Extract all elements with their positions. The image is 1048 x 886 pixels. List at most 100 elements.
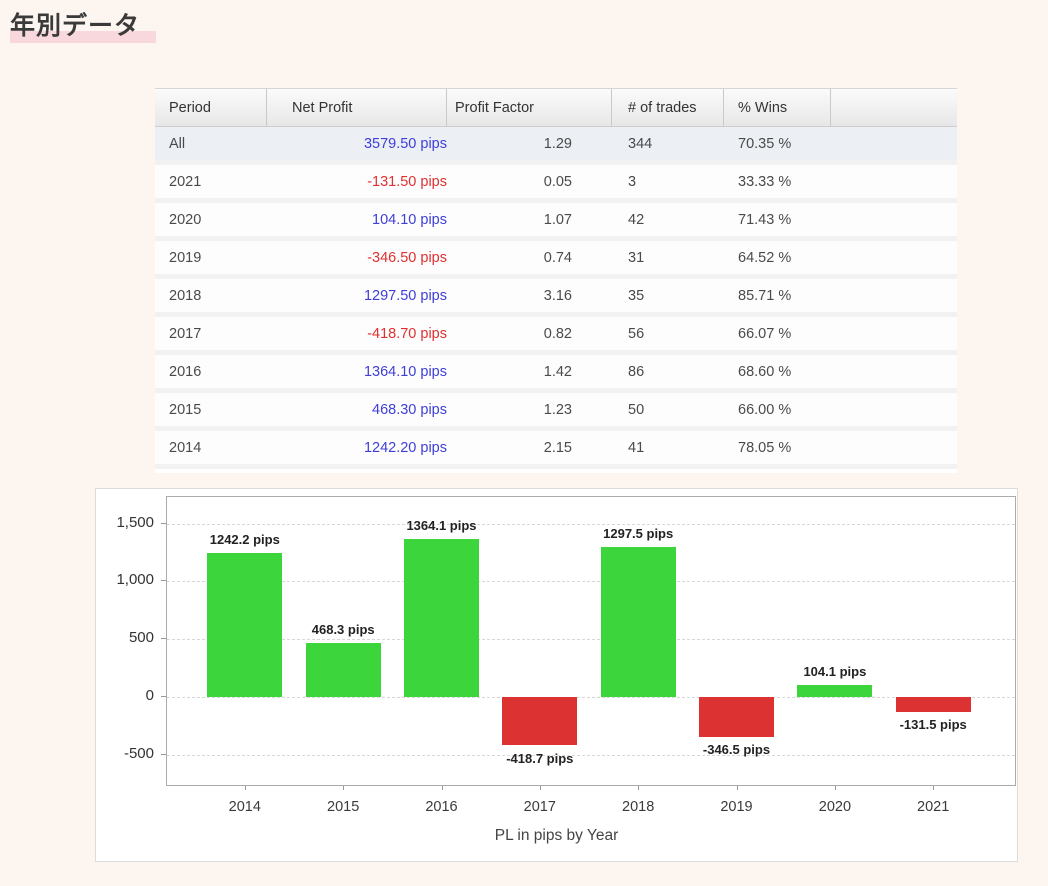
cell-period: 2020 bbox=[169, 211, 202, 228]
cell-profit-factor: 1.42 bbox=[543, 363, 572, 380]
x-axis-tick-label: 2019 bbox=[720, 799, 753, 815]
gridline bbox=[167, 639, 1015, 641]
cell-num-trades: 41 bbox=[628, 439, 645, 456]
page-title: 年別データ bbox=[10, 6, 157, 43]
x-axis-tick-mark bbox=[441, 786, 443, 790]
bar-value-label: -418.7 pips bbox=[506, 750, 574, 766]
cell-num-trades: 344 bbox=[628, 135, 653, 152]
cell-period: 2014 bbox=[169, 439, 202, 456]
x-axis-tick-label: 2014 bbox=[228, 799, 261, 815]
bar-2020 bbox=[797, 685, 873, 698]
page-title-text: 年別データ bbox=[10, 12, 157, 43]
x-axis-tick-label: 2016 bbox=[425, 799, 458, 815]
x-axis-tick-mark bbox=[834, 786, 836, 790]
cell-profit-factor: 0.82 bbox=[543, 325, 572, 342]
table-row: 2020 104.10 pips 1.07 42 71.43 % bbox=[155, 203, 957, 241]
pl-by-year-chart: 1242.2 pips 468.3 pips 1364.1 pips -418.7 p… bbox=[95, 488, 1018, 862]
cell-net-profit: 104.10 pips bbox=[372, 211, 447, 228]
x-axis-tick-label: 2020 bbox=[818, 799, 852, 815]
x-axis-tick-label: 2017 bbox=[523, 799, 556, 815]
x-axis-tick-label: 2021 bbox=[917, 799, 950, 815]
cell-period: 2021 bbox=[169, 173, 202, 190]
y-axis-tick-label: 1,000 bbox=[116, 571, 154, 589]
cell-period: 2019 bbox=[169, 249, 202, 266]
cell-profit-factor: 0.74 bbox=[543, 249, 572, 266]
table-header-row: Period Net Profit Profit Factor # of trades… bbox=[155, 88, 957, 127]
bar-value-label: 468.3 pips bbox=[311, 621, 375, 637]
cell-profit-factor: 1.29 bbox=[543, 135, 572, 152]
y-axis-tick-label: 1,500 bbox=[116, 513, 154, 531]
cell-period: 2017 bbox=[169, 325, 202, 342]
bar-value-label: 1364.1 pips bbox=[406, 518, 477, 534]
cell-percent-wins: 71.43 % bbox=[738, 211, 792, 228]
cell-period: 2015 bbox=[169, 401, 202, 418]
bar-value-label: -346.5 pips bbox=[702, 742, 771, 758]
cell-net-profit: -346.50 pips bbox=[367, 249, 447, 266]
y-axis-tick-label: 500 bbox=[128, 629, 154, 647]
table-row: 2016 1364.10 pips 1.42 86 68.60 % bbox=[155, 355, 957, 393]
cell-period: 2018 bbox=[169, 287, 202, 304]
cell-percent-wins: 66.07 % bbox=[738, 325, 792, 342]
cell-profit-factor: 3.16 bbox=[543, 287, 572, 304]
bar-2019 bbox=[699, 697, 774, 738]
y-axis-tick-label: 0 bbox=[145, 687, 154, 705]
y-axis-tick-mark bbox=[161, 580, 166, 582]
y-axis-tick-mark bbox=[161, 696, 166, 698]
gridline bbox=[167, 697, 1015, 699]
cell-net-profit: 3579.50 pips bbox=[363, 135, 447, 152]
cell-num-trades: 31 bbox=[628, 249, 645, 266]
x-axis-tick-mark bbox=[638, 786, 640, 790]
column-header-empty bbox=[831, 89, 957, 126]
column-header--of-trades: # of trades bbox=[612, 89, 724, 126]
bar-2014 bbox=[207, 553, 283, 698]
chart-plot-area: 1242.2 pips 468.3 pips 1364.1 pips -418.7 p… bbox=[166, 496, 1016, 786]
cell-percent-wins: 33.33 % bbox=[738, 173, 792, 190]
cell-period: 2016 bbox=[169, 363, 202, 380]
cell-percent-wins: 78.05 % bbox=[738, 439, 792, 456]
column-header-net-profit: Net Profit bbox=[267, 89, 447, 126]
cell-profit-factor: 1.07 bbox=[543, 211, 572, 228]
column-header--wins: % Wins bbox=[724, 89, 831, 126]
y-axis-tick-mark bbox=[161, 753, 166, 755]
x-axis-tick-mark bbox=[736, 786, 738, 790]
cell-num-trades: 50 bbox=[628, 401, 645, 418]
cell-net-profit: 1297.50 pips bbox=[363, 287, 447, 304]
cell-net-profit: 1242.20 pips bbox=[363, 439, 447, 456]
cell-percent-wins: 85.71 % bbox=[738, 287, 792, 304]
bar-2018 bbox=[600, 547, 676, 698]
bar-2021 bbox=[895, 697, 971, 713]
cell-percent-wins: 70.35 % bbox=[738, 135, 792, 152]
bar-2015 bbox=[305, 642, 381, 698]
cell-num-trades: 42 bbox=[628, 211, 645, 228]
cell-num-trades: 3 bbox=[628, 173, 637, 190]
column-header-period: Period bbox=[155, 89, 267, 126]
cell-net-profit: -131.50 pips bbox=[367, 173, 447, 190]
x-axis-tick-mark bbox=[343, 786, 345, 790]
cell-period: All bbox=[169, 135, 186, 152]
x-axis-tick-mark bbox=[244, 786, 246, 790]
y-axis-tick-mark bbox=[161, 638, 166, 640]
bar-2016 bbox=[404, 539, 479, 698]
cell-profit-factor: 2.15 bbox=[543, 439, 572, 456]
column-header-profit-factor: Profit Factor bbox=[447, 89, 612, 126]
x-axis-tick-mark bbox=[539, 786, 541, 790]
bar-value-label: 1242.2 pips bbox=[209, 532, 280, 548]
cell-net-profit: 1364.10 pips bbox=[363, 363, 447, 380]
cell-percent-wins: 66.00 % bbox=[738, 401, 792, 418]
x-axis-tick-label: 2018 bbox=[622, 799, 655, 815]
y-axis-tick-label: -500 bbox=[123, 744, 154, 762]
bar-value-label: 104.1 pips bbox=[803, 664, 867, 680]
cell-profit-factor: 0.05 bbox=[543, 173, 572, 190]
table-row: 2018 1297.50 pips 3.16 35 85.71 % bbox=[155, 279, 957, 317]
bar-value-label: 1297.5 pips bbox=[603, 526, 674, 541]
bar-value-label: -131.5 pips bbox=[899, 717, 967, 733]
yearly-stats-table: Period Net Profit Profit Factor # of trades… bbox=[155, 88, 957, 473]
report-page: 年別データ Period Net Profit Profit Factor # of … bbox=[0, 0, 1048, 886]
table-row: 2014 1242.20 pips 2.15 41 78.05 % bbox=[155, 431, 957, 469]
table-body: All 3579.50 pips 1.29 344 70.35 % 2021 -131.50… bbox=[155, 127, 957, 469]
cell-num-trades: 86 bbox=[628, 363, 645, 380]
x-axis-tick-mark bbox=[933, 786, 935, 790]
bar-2017 bbox=[502, 697, 578, 746]
chart-title: PL in pips by Year bbox=[494, 827, 619, 844]
cell-net-profit: -418.70 pips bbox=[367, 325, 447, 342]
